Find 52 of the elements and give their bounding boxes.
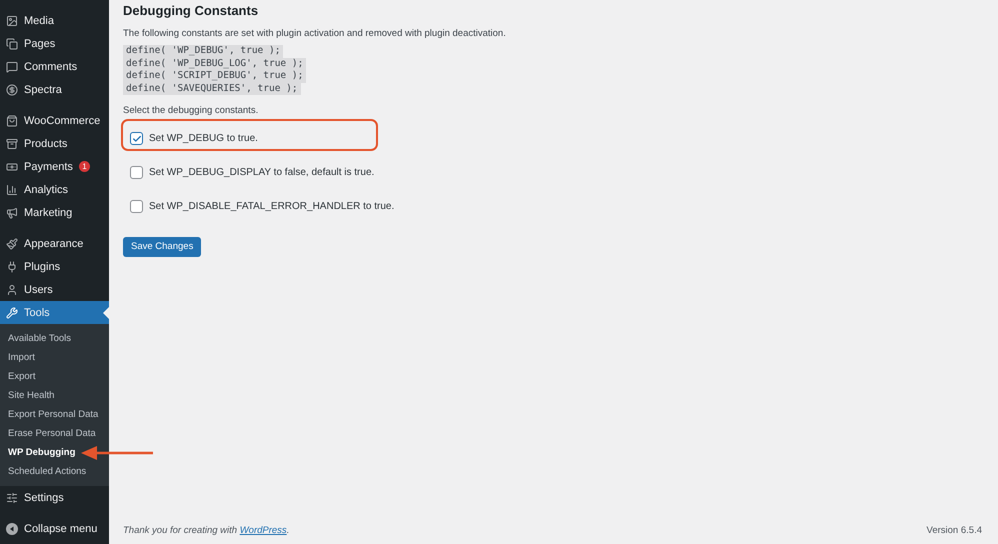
checkbox[interactable] — [130, 132, 143, 145]
notification-badge: 1 — [78, 161, 90, 172]
menu-item[interactable]: Tools — [0, 301, 109, 324]
menu-icon — [6, 138, 18, 150]
option-label: Set WP_DEBUG to true. — [149, 133, 258, 144]
collapse-menu-button[interactable]: Collapse menu — [0, 517, 109, 540]
submenu-item[interactable]: Scheduled Actions — [0, 462, 86, 481]
wordpress-link[interactable]: WordPress — [240, 525, 287, 536]
menu-icon — [6, 206, 18, 218]
section-title: Debugging Constants — [123, 3, 260, 18]
menu-item[interactable]: Plugins — [0, 255, 109, 278]
menu-icon — [6, 184, 18, 196]
menu-icon — [6, 238, 18, 250]
checkbox[interactable] — [130, 200, 143, 213]
menu-icon — [6, 14, 18, 26]
menu-item[interactable]: Comments — [0, 55, 109, 78]
collapse-icon — [6, 522, 18, 534]
menu-item[interactable]: Appearance — [0, 232, 109, 255]
menu-item[interactable]: Products — [0, 132, 109, 155]
menu-item[interactable]: Settings — [0, 486, 109, 509]
menu-icon — [6, 114, 18, 126]
checkbox[interactable] — [130, 166, 143, 179]
submenu-item[interactable]: Erase Personal Data — [0, 424, 96, 443]
menu-item[interactable]: Payments 1 — [0, 155, 109, 178]
submenu-item[interactable]: Import — [0, 348, 35, 367]
menu-item[interactable]: Marketing — [0, 201, 109, 224]
menu-icon — [6, 84, 18, 96]
menu-icon — [6, 284, 18, 296]
submenu-item[interactable]: Export Personal Data — [0, 405, 98, 424]
menu-item[interactable]: Users — [0, 278, 109, 301]
version-text: Version 6.5.4 — [926, 525, 982, 536]
intro-text: The following constants are set with plugin activation and removed with plugin deactivation. — [123, 28, 507, 39]
menu-item[interactable]: Spectra — [0, 78, 109, 101]
menu-item[interactable]: Analytics — [0, 178, 109, 201]
menu-icon — [6, 260, 18, 272]
save-button[interactable]: Save Changes — [123, 236, 202, 256]
submenu-item[interactable]: Site Health — [0, 386, 54, 405]
menu-icon — [6, 160, 18, 172]
menu-icon — [6, 492, 18, 504]
instruction-text: Select the debugging constants. — [123, 105, 260, 116]
submenu-item[interactable]: Available Tools — [0, 329, 72, 348]
menu-item[interactable]: Pages — [0, 32, 109, 55]
menu-icon — [6, 38, 18, 50]
footer-text: Thank you for creating with WordPress. — [123, 525, 290, 536]
menu-item[interactable]: WooCommerce — [0, 109, 109, 132]
menu-item[interactable]: Media — [0, 9, 109, 32]
menu-icon — [6, 60, 18, 72]
submenu-item[interactable]: WP Debugging — [0, 443, 76, 462]
menu-icon — [6, 306, 18, 318]
option-label: Set WP_DISABLE_FATAL_ERROR_HANDLER to true. — [149, 201, 394, 212]
submenu-item[interactable]: Export — [0, 367, 36, 386]
option-label: Set WP_DEBUG_DISPLAY to false, default is true. — [149, 167, 374, 178]
